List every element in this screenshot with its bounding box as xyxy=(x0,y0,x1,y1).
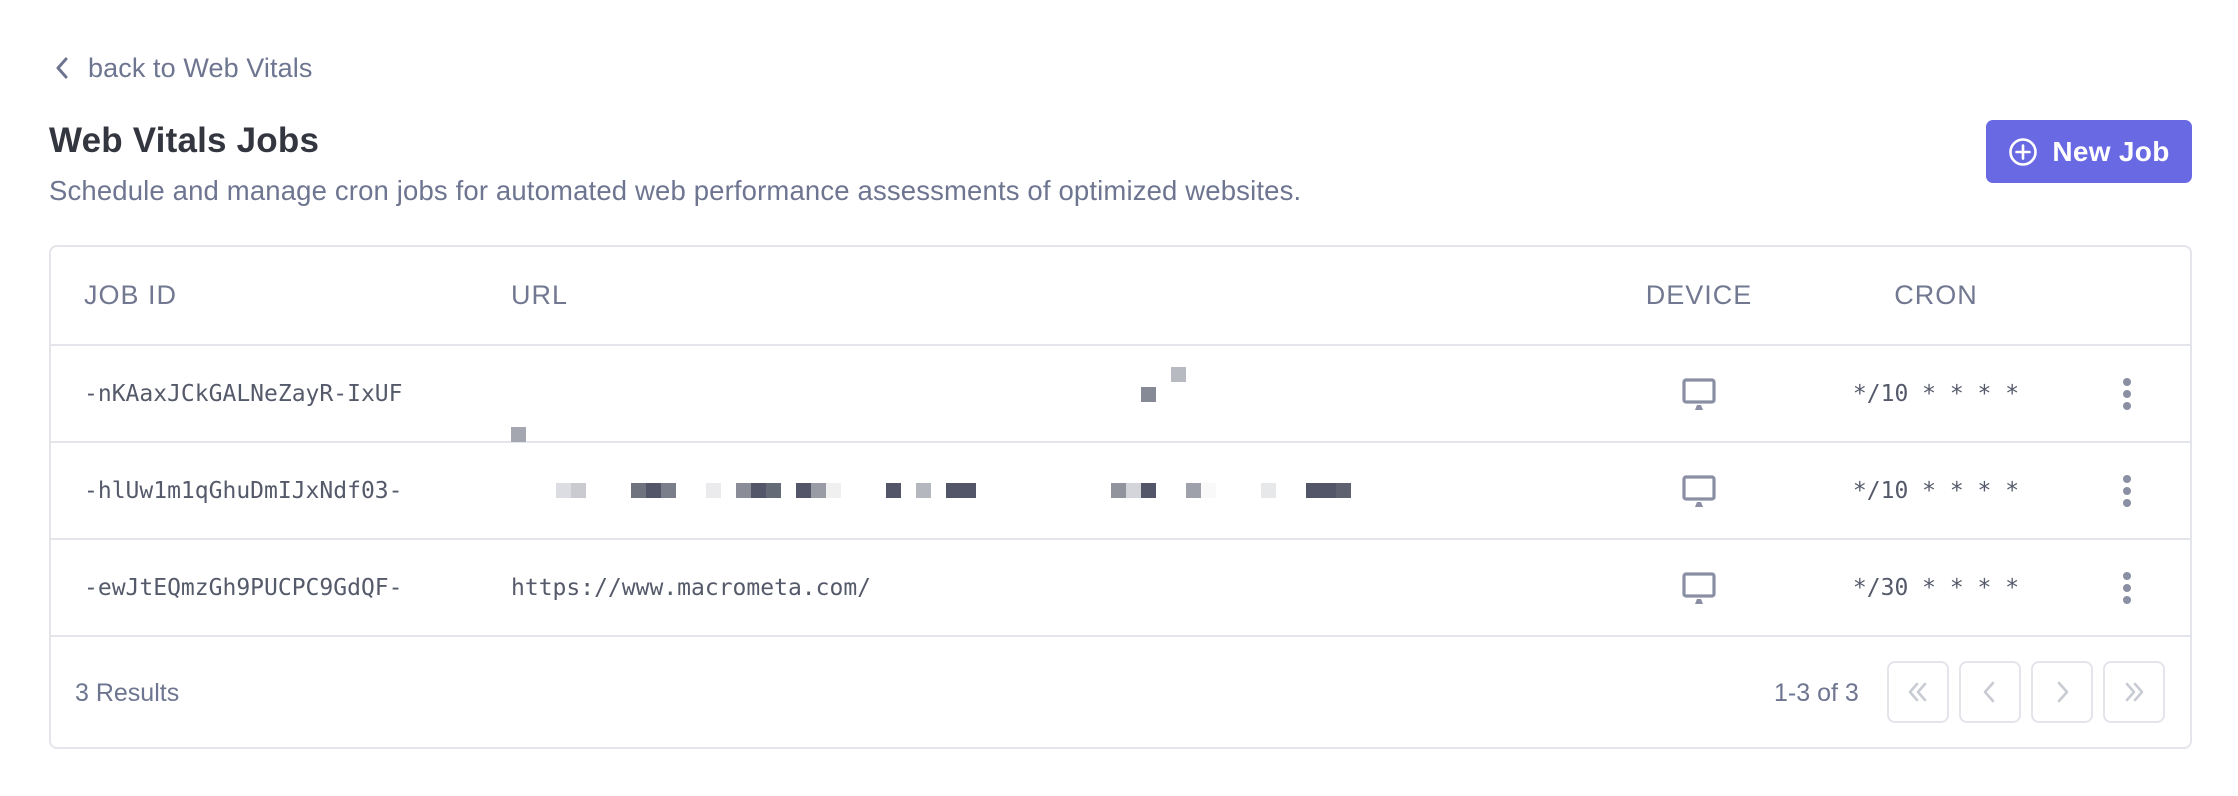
column-header-device: DEVICE xyxy=(1645,280,1753,310)
redaction-pixel xyxy=(961,483,976,498)
redaction-pixel xyxy=(556,483,571,498)
redaction-pixel xyxy=(1261,483,1276,498)
kebab-menu-icon[interactable] xyxy=(2107,443,2147,538)
kebab-menu-icon[interactable] xyxy=(2107,346,2147,441)
page-title: Web Vitals Jobs xyxy=(49,121,320,160)
next-page-button[interactable] xyxy=(2031,661,2093,723)
redaction-pixel xyxy=(1321,483,1336,498)
cron-expression: */30 * * * * xyxy=(1852,574,2020,601)
chevron-left-icon xyxy=(54,57,70,79)
table-footer: 3 Results 1-3 of 3 xyxy=(51,637,2190,747)
redaction-pixel xyxy=(751,483,766,498)
redaction-pixel xyxy=(511,427,526,442)
redaction-pixel xyxy=(646,483,661,498)
last-page-button[interactable] xyxy=(2103,661,2165,723)
redaction-pixel xyxy=(1306,483,1321,498)
page-subtitle: Schedule and manage cron jobs for automa… xyxy=(49,175,1302,206)
back-link-label: back to Web Vitals xyxy=(88,52,313,83)
previous-page-button[interactable] xyxy=(1959,661,2021,723)
redaction-pixel xyxy=(796,483,811,498)
pagination-range: 1-3 of 3 xyxy=(1774,678,1859,707)
cron-expression: */10 * * * * xyxy=(1852,380,2020,407)
monitor-icon xyxy=(1639,443,1759,538)
column-header-cron: CRON xyxy=(1894,280,1978,310)
redaction-pixel xyxy=(1126,483,1141,498)
chevrons-right-icon xyxy=(2121,679,2147,705)
jobs-table: JOB ID URL DEVICE CRON -nKAaxJCkGALNeZay… xyxy=(49,245,2192,749)
redaction-pixel xyxy=(811,483,826,498)
column-header-url: URL xyxy=(511,280,569,310)
results-count: 3 Results xyxy=(75,678,180,707)
redaction-pixel xyxy=(886,483,901,498)
redaction-pixel xyxy=(826,483,841,498)
chevron-right-icon xyxy=(2049,679,2075,705)
redaction-pixel xyxy=(1141,387,1156,402)
table-row[interactable]: -ewJtEQmzGh9PUCPC9GdQF- https://www.macr… xyxy=(51,540,2190,637)
redaction-pixel xyxy=(1336,483,1351,498)
url-obscured-tail xyxy=(1151,443,1351,538)
new-job-button[interactable]: New Job xyxy=(1986,120,2192,183)
cron-expression: */10 * * * * xyxy=(1852,477,2020,504)
monitor-icon xyxy=(1639,346,1759,441)
url-obscured xyxy=(51,346,1186,442)
job-id: -ewJtEQmzGh9PUCPC9GdQF- xyxy=(84,574,403,601)
chevrons-left-icon xyxy=(1905,679,1931,705)
kebab-menu-icon[interactable] xyxy=(2107,540,2147,635)
redaction-pixel xyxy=(1171,367,1186,382)
back-to-web-vitals-link[interactable]: back to Web Vitals xyxy=(54,50,312,86)
redaction-pixel xyxy=(916,483,931,498)
monitor-icon xyxy=(1639,540,1759,635)
redaction-pixel xyxy=(766,483,781,498)
redaction-pixel xyxy=(571,483,586,498)
table-row[interactable]: -nKAaxJCkGALNeZayR-IxUF */10 * * * * xyxy=(51,346,2190,443)
redaction-pixel xyxy=(1111,483,1126,498)
first-page-button[interactable] xyxy=(1887,661,1949,723)
chevron-left-icon xyxy=(1977,679,2003,705)
column-header-job-id: JOB ID xyxy=(84,280,178,310)
redaction-pixel xyxy=(706,483,721,498)
job-url: https://www.macrometa.com/ xyxy=(511,574,872,601)
table-row[interactable]: -hlUw1m1qGhuDmIJxNdf03- */10 * * * * xyxy=(51,443,2190,540)
redaction-pixel xyxy=(661,483,676,498)
plus-circle-icon xyxy=(2008,137,2038,167)
table-header-row: JOB ID URL DEVICE CRON xyxy=(51,247,2190,346)
url-obscured xyxy=(51,443,1216,538)
redaction-pixel xyxy=(631,483,646,498)
new-job-label: New Job xyxy=(2052,135,2170,167)
redaction-pixel xyxy=(946,483,961,498)
redaction-pixel xyxy=(736,483,751,498)
